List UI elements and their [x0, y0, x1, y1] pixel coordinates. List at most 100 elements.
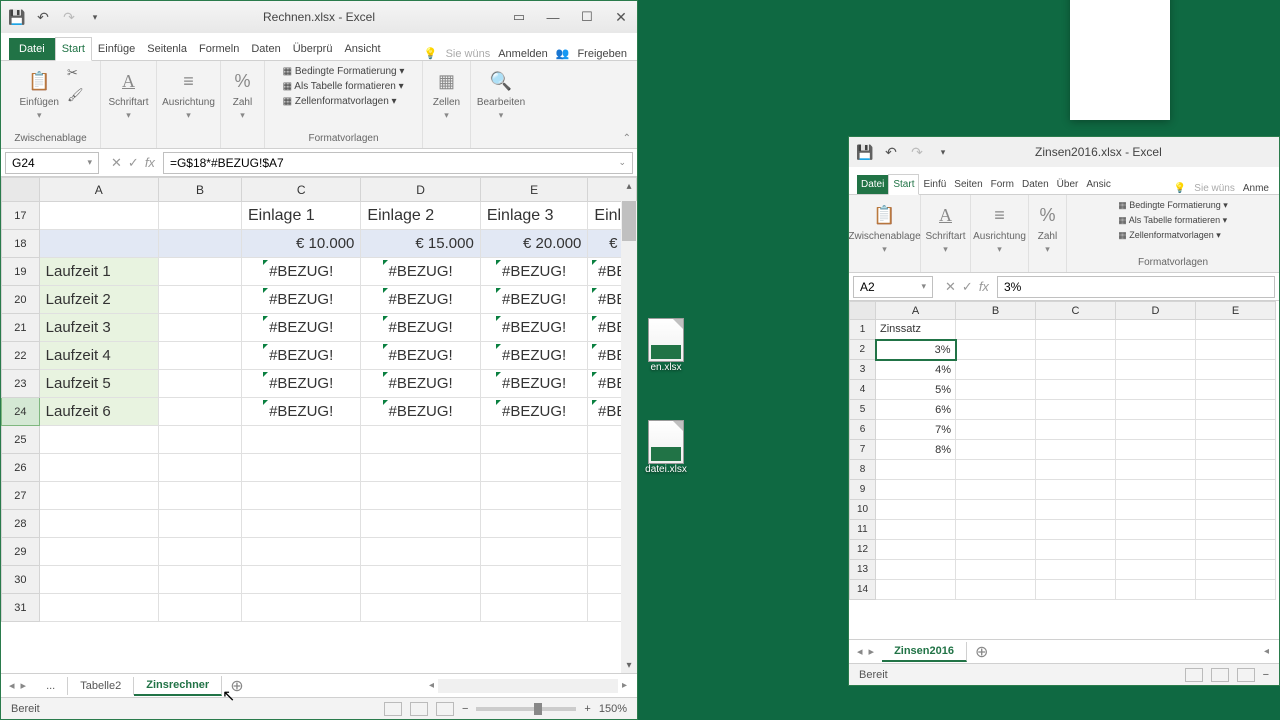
tabs-next-icon[interactable]: ▸	[869, 645, 875, 658]
cancel-formula-icon[interactable]: ✕	[945, 279, 956, 295]
cell[interactable]	[876, 520, 956, 540]
cell[interactable]: 7%	[876, 420, 956, 440]
tab-page-layout[interactable]: Seitenla	[141, 38, 193, 60]
cell[interactable]: Laufzeit 4	[39, 342, 158, 370]
cell[interactable]	[158, 594, 241, 622]
cell[interactable]: € 20.000	[480, 230, 588, 258]
name-box[interactable]: A2▾	[853, 276, 933, 298]
cell[interactable]: 3%	[876, 340, 956, 360]
cell[interactable]	[158, 230, 241, 258]
cell[interactable]	[39, 566, 158, 594]
col-header-A[interactable]: A	[39, 178, 158, 202]
alignment-button[interactable]: ≡Ausrichtung▾	[971, 199, 1028, 257]
row-header-14[interactable]: 14	[850, 580, 876, 600]
cell[interactable]	[361, 566, 480, 594]
zoom-level[interactable]: 150%	[599, 703, 627, 715]
cell[interactable]	[1036, 320, 1116, 340]
cell[interactable]	[1116, 520, 1196, 540]
number-button[interactable]: %Zahl▾	[227, 65, 259, 123]
cell[interactable]	[1116, 360, 1196, 380]
paste-button[interactable]: 📋 Einfügen ▾	[18, 65, 61, 123]
cell[interactable]: Einlage 3	[480, 202, 588, 230]
cell[interactable]	[158, 258, 241, 286]
format-as-table-button[interactable]: ▦ Als Tabelle formatieren ▾	[1115, 214, 1231, 227]
close-button[interactable]: ✕	[613, 9, 629, 25]
cell-error[interactable]: #BEZUG!	[361, 258, 480, 286]
cell[interactable]	[956, 500, 1036, 520]
spreadsheet-grid[interactable]: ABCDE17Einlage 1Einlage 2Einlage 3Einla1…	[1, 177, 637, 673]
cell[interactable]	[1036, 480, 1116, 500]
share-button[interactable]: Freigeben	[577, 48, 627, 60]
row-header-1[interactable]: 1	[850, 320, 876, 340]
cell[interactable]	[1036, 460, 1116, 480]
enter-formula-icon[interactable]: ✓	[962, 279, 973, 295]
sign-in-link[interactable]: Anme	[1243, 183, 1269, 194]
tab-file[interactable]: Datei	[857, 175, 888, 194]
titlebar[interactable]: 💾 ↶ ↷ ▾ Zinsen2016.xlsx - Excel	[849, 137, 1279, 167]
tab-page-layout[interactable]: Seiten	[950, 175, 986, 194]
cell-styles-button[interactable]: ▦ Zellenformatvorlagen ▾	[280, 95, 408, 108]
scroll-up-icon[interactable]: ▴	[621, 181, 637, 192]
cell-error[interactable]: #BEZUG!	[480, 398, 588, 426]
cell[interactable]	[956, 580, 1036, 600]
col-header-B[interactable]: B	[956, 302, 1036, 320]
cell[interactable]	[1036, 380, 1116, 400]
titlebar[interactable]: 💾 ↶ ↷ ▾ Rechnen.xlsx - Excel ▭ — ☐ ✕	[1, 1, 637, 33]
hscroll-left-icon[interactable]: ◂	[429, 680, 434, 691]
save-icon[interactable]: 💾	[9, 9, 25, 25]
cell[interactable]	[39, 510, 158, 538]
sheet-tab-tabelle2[interactable]: Tabelle2	[68, 677, 134, 695]
row-header-31[interactable]: 31	[2, 594, 40, 622]
cell-error[interactable]: #BEZUG!	[480, 286, 588, 314]
cell-styles-button[interactable]: ▦ Zellenformatvorlagen ▾	[1115, 229, 1231, 242]
cell[interactable]	[158, 342, 241, 370]
format-as-table-button[interactable]: ▦ Als Tabelle formatieren ▾	[280, 80, 408, 93]
ribbon-display-icon[interactable]: ▭	[511, 9, 527, 25]
cell[interactable]	[1196, 440, 1276, 460]
cell[interactable]	[480, 594, 588, 622]
cell[interactable]	[956, 380, 1036, 400]
cell[interactable]	[1116, 320, 1196, 340]
spreadsheet-grid[interactable]: ABCDE1Zinssatz23%34%45%56%67%78%89101112…	[849, 301, 1279, 639]
row-header-27[interactable]: 27	[2, 482, 40, 510]
col-header-C[interactable]: C	[241, 178, 360, 202]
cell-error[interactable]: #BEZUG!	[241, 398, 360, 426]
cell[interactable]	[39, 594, 158, 622]
cell[interactable]	[39, 426, 158, 454]
cell[interactable]	[956, 340, 1036, 360]
row-header-9[interactable]: 9	[850, 480, 876, 500]
cell[interactable]	[1116, 340, 1196, 360]
row-header-13[interactable]: 13	[850, 560, 876, 580]
cell[interactable]	[361, 482, 480, 510]
cell[interactable]	[1116, 440, 1196, 460]
tab-start[interactable]: Start	[55, 37, 92, 61]
cell[interactable]: Laufzeit 5	[39, 370, 158, 398]
cell[interactable]	[480, 510, 588, 538]
minimize-button[interactable]: —	[545, 9, 561, 25]
cell[interactable]	[1196, 560, 1276, 580]
cell-error[interactable]: #BEZUG!	[361, 370, 480, 398]
font-button[interactable]: ASchriftart▾	[924, 199, 968, 257]
sheet-tab-zinsrechner[interactable]: Zinsrechner	[134, 676, 222, 696]
cell[interactable]: Laufzeit 3	[39, 314, 158, 342]
cancel-formula-icon[interactable]: ✕	[111, 155, 122, 171]
cells-button[interactable]: ▦Zellen▾	[431, 65, 463, 123]
chevron-down-icon[interactable]: ▾	[921, 281, 926, 292]
cell[interactable]	[1036, 400, 1116, 420]
add-sheet-button[interactable]: ⊕	[967, 642, 996, 662]
cell-error[interactable]: #BEZUG!	[480, 342, 588, 370]
row-header-11[interactable]: 11	[850, 520, 876, 540]
cell[interactable]	[1196, 520, 1276, 540]
add-sheet-button[interactable]: ⊕	[222, 676, 251, 696]
tab-view[interactable]: Ansicht	[338, 38, 386, 60]
tell-me-icon[interactable]: 💡	[424, 47, 438, 60]
cell[interactable]	[39, 230, 158, 258]
cell[interactable]: Einlage 2	[361, 202, 480, 230]
row-header-26[interactable]: 26	[2, 454, 40, 482]
tab-file[interactable]: Datei	[9, 38, 55, 60]
undo-icon[interactable]: ↶	[35, 9, 51, 25]
cell[interactable]	[1036, 360, 1116, 380]
cell[interactable]	[361, 426, 480, 454]
row-header-23[interactable]: 23	[2, 370, 40, 398]
cell[interactable]: Laufzeit 2	[39, 286, 158, 314]
